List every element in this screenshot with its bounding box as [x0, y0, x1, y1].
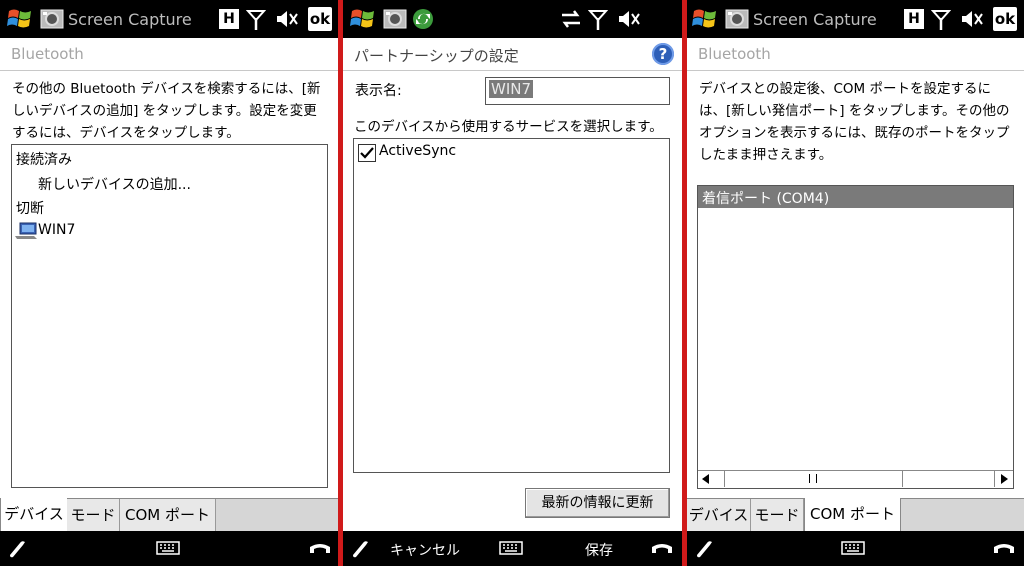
page-title: Bluetooth — [11, 45, 84, 63]
services-prompt: このデバイスから使用するサービスを選択します。 — [354, 119, 663, 135]
ok-button[interactable]: ok — [993, 7, 1017, 31]
partnership-settings-panel: パートナーシップの設定 ? 表示名: WIN7 このデバイスから使用するサービス… — [343, 0, 682, 566]
device-list[interactable]: 接続済み 新しいデバイスの追加... 切断 WIN7 — [11, 144, 328, 488]
end-call-icon[interactable] — [650, 539, 674, 559]
status-bar: Screen Capture H ok — [0, 0, 338, 38]
camera-app-icon — [725, 9, 749, 29]
phone-call-icon[interactable] — [6, 537, 28, 559]
phone-call-icon[interactable] — [693, 537, 715, 559]
keyboard-icon[interactable] — [499, 541, 523, 555]
grip-icon — [809, 474, 817, 483]
page-header: パートナーシップの設定 ? — [343, 38, 682, 71]
computer-device-icon — [15, 222, 37, 239]
connected-heading: 接続済み — [16, 152, 72, 168]
end-call-icon[interactable] — [992, 539, 1016, 559]
h-indicator: H — [219, 9, 239, 29]
display-name-input[interactable]: WIN7 — [485, 77, 670, 105]
tab-strip: デバイス モード COM ポート — [687, 498, 1024, 533]
scroll-right-arrow-icon[interactable] — [1001, 474, 1008, 484]
data-transfer-icon[interactable] — [559, 6, 583, 32]
tab-devices[interactable]: デバイス — [687, 499, 751, 531]
page-header: Bluetooth — [0, 38, 338, 71]
windows-start-icon[interactable] — [6, 6, 34, 32]
activesync-label[interactable]: ActiveSync — [379, 143, 456, 159]
ok-button[interactable]: ok — [308, 7, 332, 31]
display-name-label: 表示名: — [355, 83, 402, 99]
speaker-muted-icon[interactable] — [617, 6, 641, 32]
save-softkey[interactable]: 保存 — [585, 540, 613, 560]
h-indicator: H — [904, 9, 924, 29]
disconnected-heading: 切断 — [16, 201, 44, 217]
display-name-value: WIN7 — [489, 80, 534, 98]
camera-app-icon — [40, 9, 64, 29]
windows-start-icon[interactable] — [349, 6, 377, 32]
com-port-panel: Screen Capture H ok Bluetooth デバイスとの設定後、… — [687, 0, 1024, 566]
windows-start-icon[interactable] — [691, 6, 719, 32]
scroll-left-arrow-icon[interactable] — [702, 474, 709, 484]
keyboard-icon[interactable] — [841, 541, 865, 555]
bluetooth-devices-panel: Screen Capture H ok Bluetooth その他の Bluet… — [0, 0, 338, 566]
scrollbar-thumb[interactable] — [724, 471, 903, 487]
page-header: Bluetooth — [687, 38, 1024, 71]
instructions-text: その他の Bluetooth デバイスを検索するには、[新しいデバイスの追加] … — [12, 81, 321, 141]
tab-strip: デバイス モード COM ポート — [0, 498, 338, 533]
checkmark-icon — [360, 147, 374, 159]
add-device-item[interactable]: 新しいデバイスの追加... — [38, 174, 191, 194]
status-bar: Screen Capture H ok — [687, 0, 1024, 38]
soft-key-bar: キャンセル 保存 — [343, 531, 682, 566]
soft-key-bar — [0, 531, 338, 566]
refresh-button[interactable]: 最新の情報に更新 — [525, 488, 670, 518]
signal-icon[interactable] — [588, 6, 608, 32]
activesync-checkbox[interactable] — [358, 144, 376, 162]
scroll-separator — [994, 471, 995, 487]
tab-com-port[interactable]: COM ポート — [120, 499, 216, 531]
camera-app-icon — [383, 9, 407, 29]
app-title: Screen Capture — [68, 10, 192, 29]
sync-icon — [413, 9, 433, 29]
page-title: パートナーシップの設定 — [354, 47, 519, 65]
help-icon[interactable]: ? — [652, 43, 674, 65]
speaker-muted-icon[interactable] — [275, 6, 299, 32]
port-row-selected[interactable]: 着信ポート (COM4) — [698, 186, 1013, 208]
tab-com-port[interactable]: COM ポート — [804, 498, 901, 533]
app-title: Screen Capture — [753, 10, 877, 29]
phone-call-icon[interactable] — [349, 537, 371, 559]
end-call-icon[interactable] — [308, 539, 332, 559]
horizontal-scrollbar[interactable] — [698, 470, 1013, 488]
speaker-muted-icon[interactable] — [960, 6, 984, 32]
signal-icon[interactable] — [931, 6, 951, 32]
instructions-text: デバイスとの設定後、COM ポートを設定するには、[新しい発信ポート] をタップ… — [699, 81, 1010, 163]
keyboard-icon[interactable] — [156, 541, 180, 555]
cancel-softkey[interactable]: キャンセル — [390, 540, 460, 560]
signal-icon[interactable] — [246, 6, 266, 32]
device-win7-item[interactable]: WIN7 — [38, 222, 75, 238]
status-bar — [343, 0, 682, 38]
services-list[interactable]: ActiveSync — [353, 138, 670, 473]
page-title: Bluetooth — [698, 45, 771, 63]
soft-key-bar — [687, 531, 1024, 566]
tab-devices[interactable]: デバイス — [0, 498, 68, 533]
tab-mode[interactable]: モード — [67, 499, 120, 531]
tab-mode[interactable]: モード — [751, 499, 804, 531]
port-list[interactable]: 着信ポート (COM4) — [697, 185, 1014, 489]
port-row-label: 着信ポート (COM4) — [702, 191, 830, 207]
